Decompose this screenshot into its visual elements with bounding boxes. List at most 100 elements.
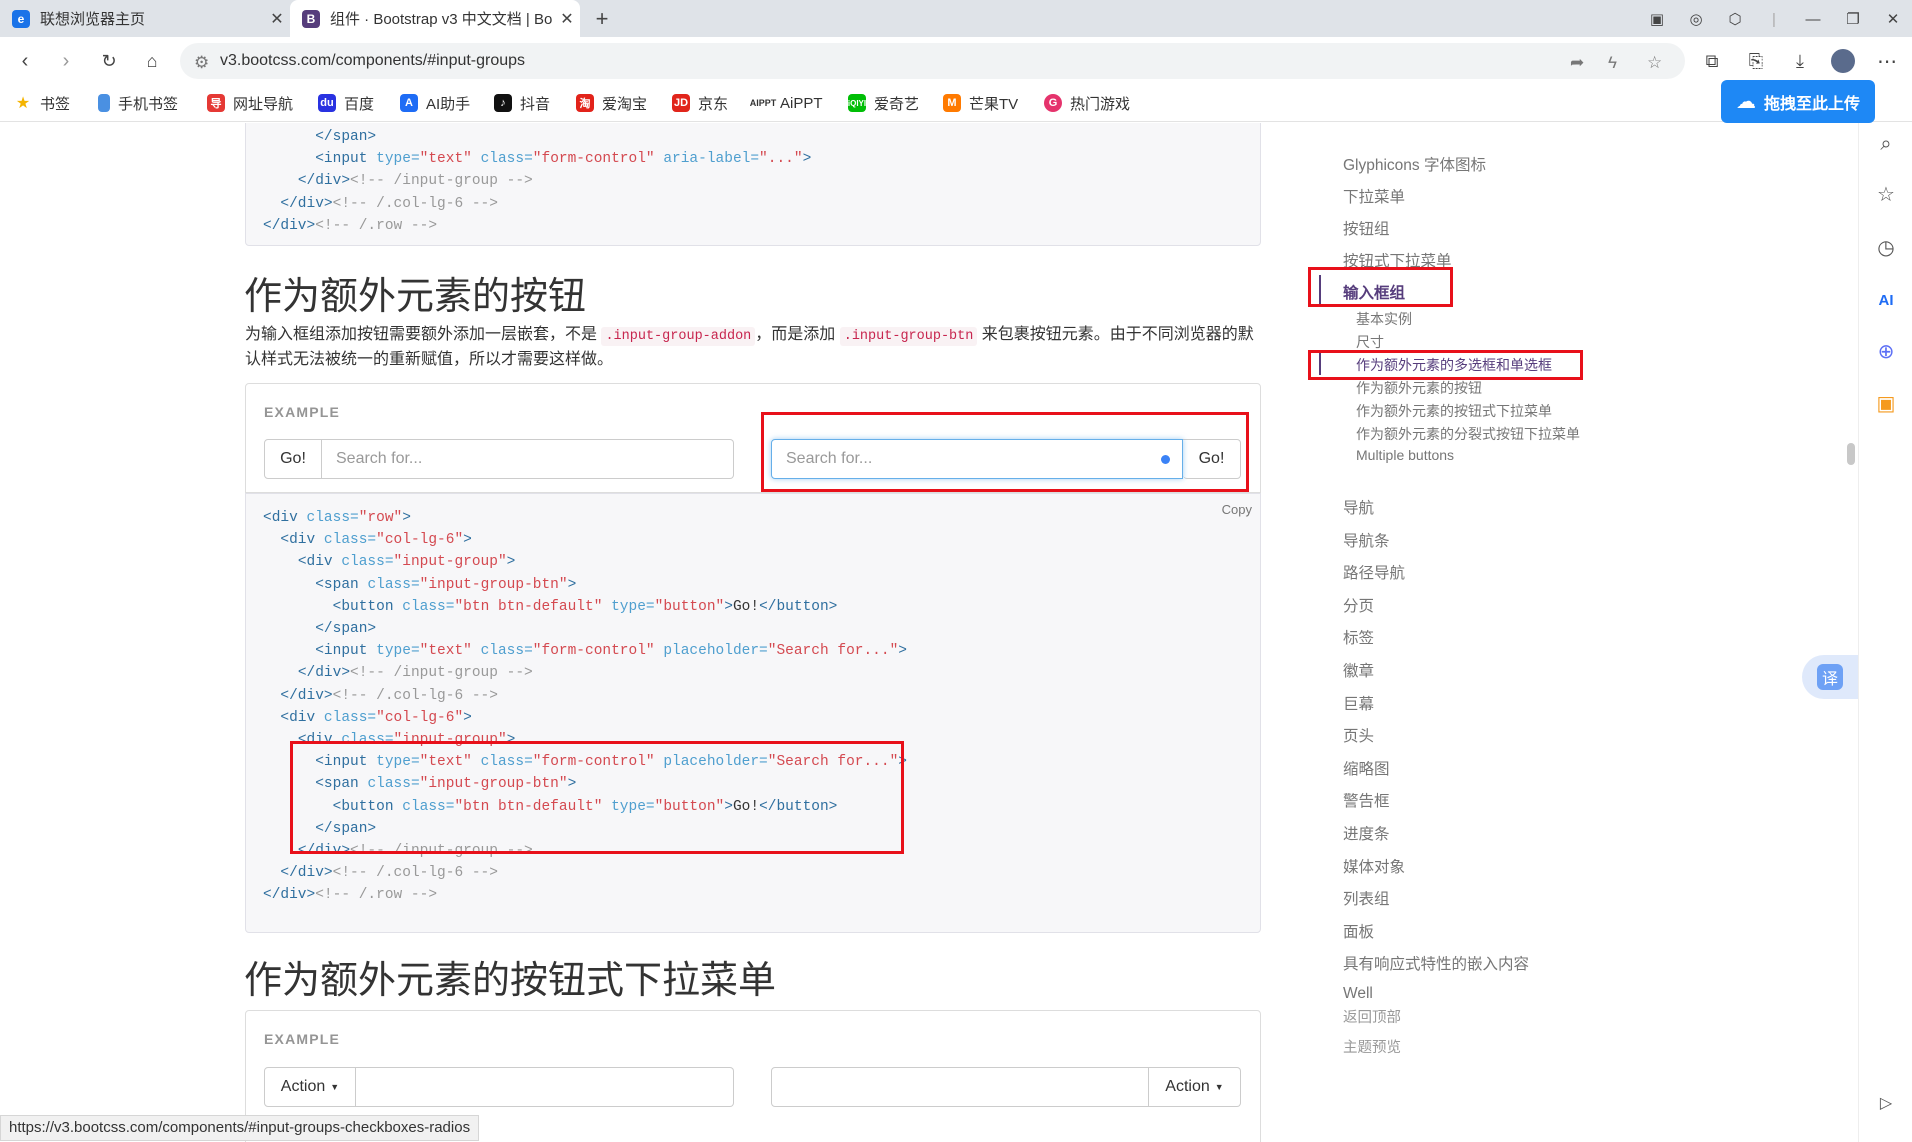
code-block-previous: </span> <input type="text" class="form-c… bbox=[245, 123, 1261, 246]
address-bar[interactable]: ⚙ v3.bootcss.com/components/#input-group… bbox=[180, 43, 1685, 79]
sidenav-item-active[interactable]: 输入框组 bbox=[1343, 281, 1405, 303]
avatar[interactable] bbox=[1829, 47, 1857, 75]
search-input-focused[interactable]: Search for... bbox=[771, 439, 1183, 479]
sidenav-subitem-active[interactable]: 作为额外元素的多选框和单选框 bbox=[1356, 355, 1552, 375]
code-token: Go! bbox=[732, 798, 760, 815]
bookmark-item[interactable]: 淘爱淘宝 bbox=[576, 92, 647, 114]
share-icon[interactable]: ➦ bbox=[1570, 53, 1584, 73]
scrollbar-thumb[interactable] bbox=[1847, 443, 1855, 465]
bookmark-item[interactable]: ★ 书签 bbox=[14, 92, 70, 114]
section-heading: 作为额外元素的按钮 bbox=[244, 274, 587, 318]
collapse-sidebar-icon[interactable]: ▷ bbox=[1872, 1089, 1900, 1117]
extension-icon[interactable]: ⬡ bbox=[1722, 6, 1748, 32]
sidenav-item[interactable]: 下拉菜单 bbox=[1343, 185, 1405, 207]
code-token: "text" bbox=[419, 151, 472, 168]
sidenav-item[interactable]: 导航条 bbox=[1343, 529, 1390, 551]
bookmark-item[interactable]: A AI助手 bbox=[400, 92, 470, 114]
code-token: "text" bbox=[419, 643, 472, 660]
phone-icon bbox=[98, 94, 110, 112]
tab-manager-icon[interactable]: ▣ bbox=[1644, 6, 1670, 32]
code-line: <div class="col-lg-6"> bbox=[263, 529, 907, 551]
bookmark-item[interactable]: JD 京东 bbox=[672, 92, 728, 114]
bookmark-item[interactable]: M 芒果TV bbox=[943, 92, 1018, 114]
restore-icon[interactable]: ❐ bbox=[1840, 6, 1866, 32]
sidenav-item[interactable]: Glyphicons 字体图标 bbox=[1343, 153, 1486, 175]
extensions-icon[interactable]: ⧉ bbox=[1698, 47, 1726, 75]
sidenav-item[interactable]: Well bbox=[1343, 985, 1373, 1003]
toolbox-icon[interactable]: ▣ bbox=[1872, 389, 1900, 417]
sidenav-item[interactable]: 按钮式下拉菜单 bbox=[1343, 249, 1452, 271]
sidenav-item[interactable]: 警告框 bbox=[1343, 789, 1390, 811]
bookmark-item[interactable]: 导网址导航 bbox=[207, 92, 293, 114]
bookmark-item[interactable]: G 热门游戏 bbox=[1044, 92, 1130, 114]
sidenav-subitem[interactable]: 作为额外元素的按钮 bbox=[1356, 378, 1482, 398]
cast-icon[interactable]: ⎘ bbox=[1742, 47, 1770, 75]
action-dropdown-button[interactable]: Action ▼ bbox=[264, 1067, 356, 1107]
code-token: "row" bbox=[358, 510, 403, 526]
sidenav-item[interactable]: 巨幕 bbox=[1343, 692, 1374, 714]
text-input[interactable] bbox=[771, 1067, 1149, 1107]
sidenav-subitem[interactable]: Multiple buttons bbox=[1356, 447, 1454, 463]
sidenav-subitem[interactable]: 基本实例 bbox=[1356, 309, 1412, 329]
tab-bootstrap[interactable]: B 组件 · Bootstrap v3 中文文档 | Bo ✕ bbox=[290, 0, 580, 37]
sidenav-item[interactable]: 按钮组 bbox=[1343, 217, 1390, 239]
code-token: "input-group-btn" bbox=[419, 576, 568, 593]
sidenav-item[interactable]: 徽章 bbox=[1343, 659, 1374, 681]
download-icon[interactable]: ⤓ bbox=[1786, 47, 1814, 75]
site-info-icon[interactable]: ⚙ bbox=[194, 53, 209, 73]
sidenav-item[interactable]: 具有响应式特性的嵌入内容 bbox=[1343, 952, 1529, 974]
star-icon[interactable]: ☆ bbox=[1647, 53, 1662, 73]
go-button[interactable]: Go! bbox=[1183, 439, 1241, 479]
game-controller-icon[interactable]: ⊕ bbox=[1872, 337, 1900, 365]
forward-icon[interactable]: › bbox=[52, 47, 80, 75]
code-token: "input-group-btn" bbox=[419, 776, 568, 793]
sidenav-item[interactable]: 进度条 bbox=[1343, 822, 1390, 844]
sidenav-item[interactable]: 媒体对象 bbox=[1343, 855, 1405, 877]
code-line: <div class="input-group"> bbox=[263, 551, 907, 573]
close-icon[interactable]: ✕ bbox=[264, 9, 290, 29]
bookmark-item[interactable]: ♪ 抖音 bbox=[494, 92, 550, 114]
new-tab-button[interactable]: + bbox=[589, 6, 615, 32]
upload-button[interactable]: ☁ 拖拽至此上传 bbox=[1721, 80, 1875, 123]
sidenav-item[interactable]: 缩略图 bbox=[1343, 757, 1390, 779]
game-icon[interactable]: ◎ bbox=[1683, 6, 1709, 32]
close-icon[interactable]: ✕ bbox=[554, 9, 580, 29]
sidenav-item[interactable]: 导航 bbox=[1343, 496, 1374, 518]
reload-icon[interactable]: ↻ bbox=[95, 47, 123, 75]
bookmark-item[interactable]: du 百度 bbox=[318, 92, 374, 114]
bookmark-item[interactable]: AIPPT AiPPT bbox=[750, 92, 823, 114]
code-token: <!-- /input-group --> bbox=[350, 173, 533, 190]
sidenav-subitem[interactable]: 作为额外元素的分裂式按钮下拉菜单 bbox=[1356, 424, 1580, 444]
go-button[interactable]: Go! bbox=[264, 439, 322, 479]
search-input[interactable]: Search for... bbox=[322, 439, 734, 479]
ai-icon[interactable]: AI bbox=[1872, 286, 1900, 314]
sidenav-subitem[interactable]: 作为额外元素的按钮式下拉菜单 bbox=[1356, 401, 1552, 421]
history-icon[interactable]: ◷ bbox=[1872, 233, 1900, 261]
copy-button[interactable]: Copy bbox=[1222, 502, 1252, 517]
home-icon[interactable]: ⌂ bbox=[138, 47, 166, 75]
sidenav-item[interactable]: 分页 bbox=[1343, 594, 1374, 616]
close-window-icon[interactable]: ✕ bbox=[1880, 6, 1906, 32]
text-input[interactable] bbox=[356, 1067, 734, 1107]
back-icon[interactable]: ‹ bbox=[11, 47, 39, 75]
tab-home[interactable]: e 联想浏览器主页 ✕ bbox=[0, 0, 290, 37]
lightning-icon[interactable]: ϟ bbox=[1608, 53, 1617, 73]
sidenav-item[interactable]: 标签 bbox=[1343, 626, 1374, 648]
favorites-icon[interactable]: ☆ bbox=[1872, 180, 1900, 208]
sidenav-item[interactable]: 页头 bbox=[1343, 724, 1374, 746]
theme-preview-link[interactable]: 主题预览 bbox=[1343, 1036, 1401, 1057]
input-group-left: Action ▼ bbox=[264, 1067, 734, 1107]
sidenav-subitem[interactable]: 尺寸 bbox=[1356, 332, 1384, 352]
more-menu-icon[interactable]: ⋯ bbox=[1873, 47, 1901, 75]
sidenav-item[interactable]: 列表组 bbox=[1343, 887, 1390, 909]
minimize-icon[interactable]: — bbox=[1800, 6, 1826, 32]
translate-button[interactable]: 译 bbox=[1802, 655, 1858, 699]
bookmark-item[interactable]: iQIYI 爱奇艺 bbox=[848, 92, 919, 114]
code-token: "form-control" bbox=[532, 151, 655, 168]
sidenav-item[interactable]: 路径导航 bbox=[1343, 561, 1405, 583]
search-icon[interactable]: ⌕ bbox=[1872, 130, 1900, 158]
back-to-top-link[interactable]: 返回顶部 bbox=[1343, 1006, 1401, 1027]
sidenav-item[interactable]: 面板 bbox=[1343, 920, 1374, 942]
action-dropdown-button[interactable]: Action ▼ bbox=[1149, 1067, 1241, 1107]
bookmark-item[interactable]: 手机书签 bbox=[98, 92, 178, 114]
